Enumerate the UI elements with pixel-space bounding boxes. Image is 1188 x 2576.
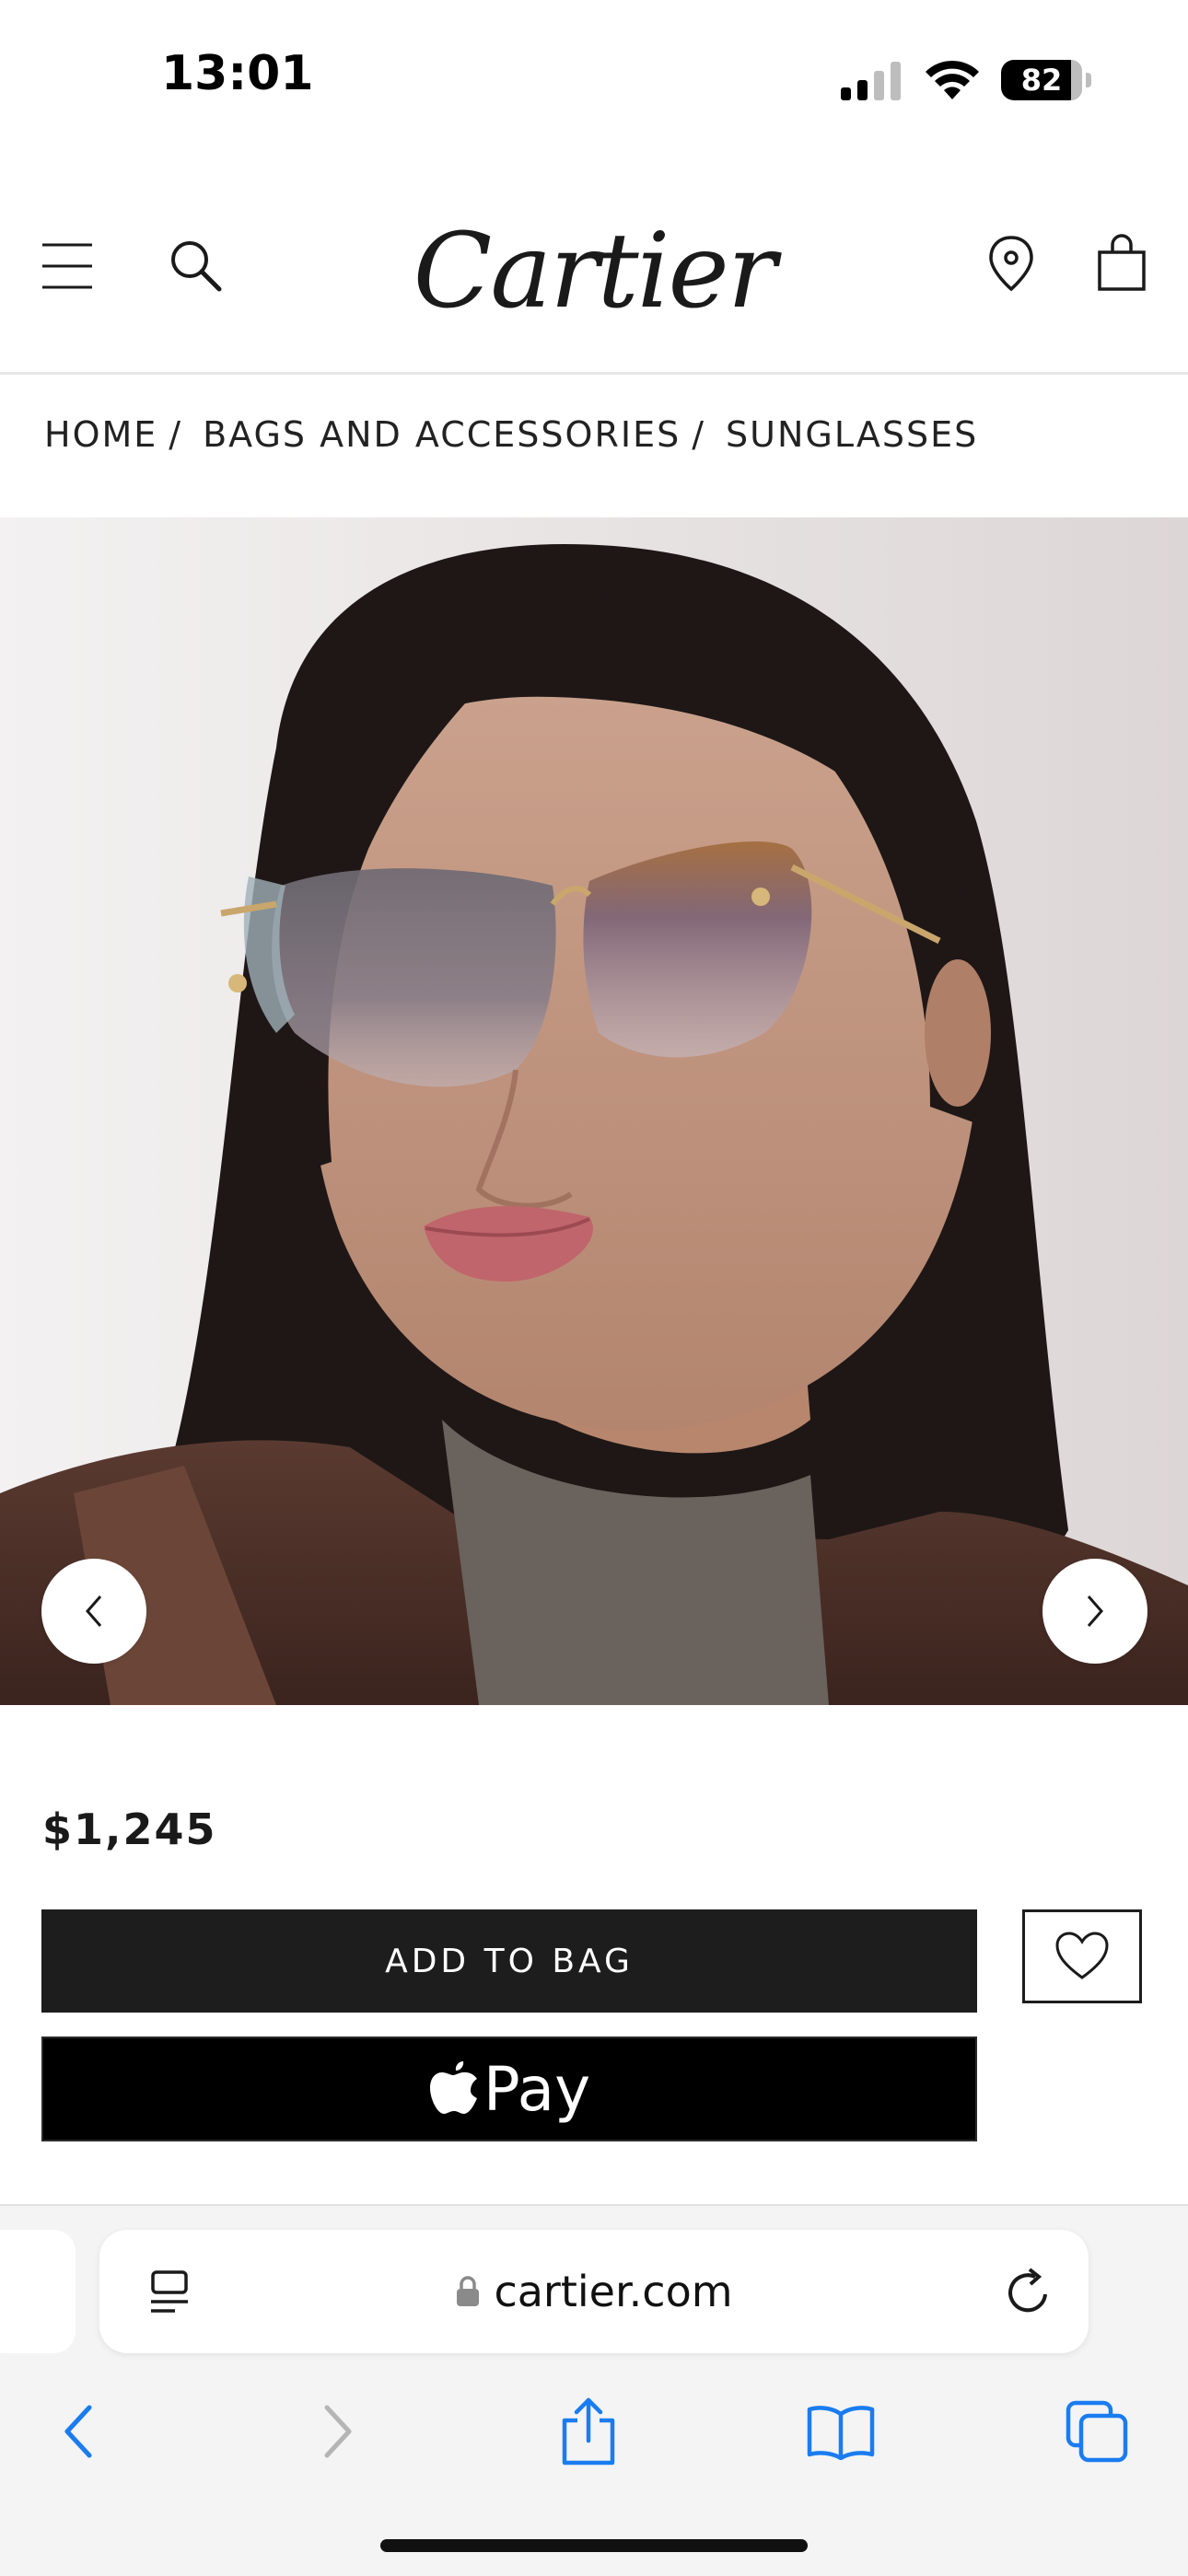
breadcrumb: HOME / BAGS AND ACCESSORIES / SUNGLASSES [44, 414, 978, 455]
lock-icon [457, 2276, 480, 2306]
store-locator-icon[interactable] [984, 234, 1039, 293]
breadcrumb-bags-and-accessories[interactable]: BAGS AND ACCESSORIES [203, 414, 681, 455]
cellular-signal-icon [841, 62, 901, 100]
tabs-icon [1066, 2400, 1128, 2463]
reload-icon[interactable] [1004, 2267, 1054, 2318]
breadcrumb-sunglasses[interactable]: SUNGLASSES [726, 414, 978, 455]
browser-bottom-bar: cartier.com [0, 2204, 1188, 2576]
bookmarks-button[interactable] [799, 2390, 882, 2473]
forward-button[interactable] [297, 2390, 379, 2473]
url-text[interactable]: cartier.com [494, 2267, 732, 2316]
browser-toolbar [0, 2390, 1188, 2473]
wishlist-button[interactable] [1022, 1909, 1142, 2003]
battery-icon: 82 [1001, 60, 1091, 100]
chevron-left-icon [86, 1595, 102, 1627]
breadcrumb-separator: / [692, 414, 706, 455]
apple-logo-icon [429, 2061, 477, 2114]
add-to-bag-button[interactable]: ADD TO BAG [41, 1909, 977, 2013]
apple-pay-button[interactable]: Pay [41, 2036, 977, 2141]
home-indicator[interactable] [380, 2539, 808, 2552]
carousel-next-button[interactable] [1042, 1559, 1147, 1664]
previous-tab-preview[interactable] [0, 2230, 76, 2353]
url-wrap: cartier.com [99, 2230, 1089, 2353]
status-time: 13:01 [161, 46, 314, 101]
share-icon [562, 2397, 615, 2466]
back-button[interactable] [37, 2390, 120, 2473]
wifi-icon [926, 60, 979, 99]
breadcrumb-separator: / [169, 414, 183, 455]
status-bar: 13:01 82 [0, 0, 1188, 157]
product-price: $1,245 [42, 1804, 217, 1854]
chevron-right-icon [1087, 1595, 1103, 1627]
shopping-bag-icon[interactable] [1096, 234, 1147, 293]
site-header: Cartier [0, 184, 1188, 375]
battery-level: 82 [1020, 63, 1063, 98]
heart-icon [1055, 1932, 1109, 1979]
breadcrumb-home[interactable]: HOME [44, 414, 157, 455]
status-icons: 82 [839, 57, 1091, 103]
apple-pay-label: Pay [483, 2053, 591, 2125]
forward-icon [324, 2405, 352, 2458]
back-icon [64, 2405, 92, 2458]
carousel-prev-button[interactable] [41, 1559, 146, 1664]
tabs-button[interactable] [1055, 2390, 1138, 2473]
bookmarks-icon [807, 2406, 875, 2460]
model-wearing-sunglasses-image [0, 517, 1188, 1705]
share-button[interactable] [547, 2390, 630, 2473]
address-bar[interactable]: cartier.com [99, 2230, 1089, 2353]
product-image[interactable] [0, 517, 1188, 1705]
